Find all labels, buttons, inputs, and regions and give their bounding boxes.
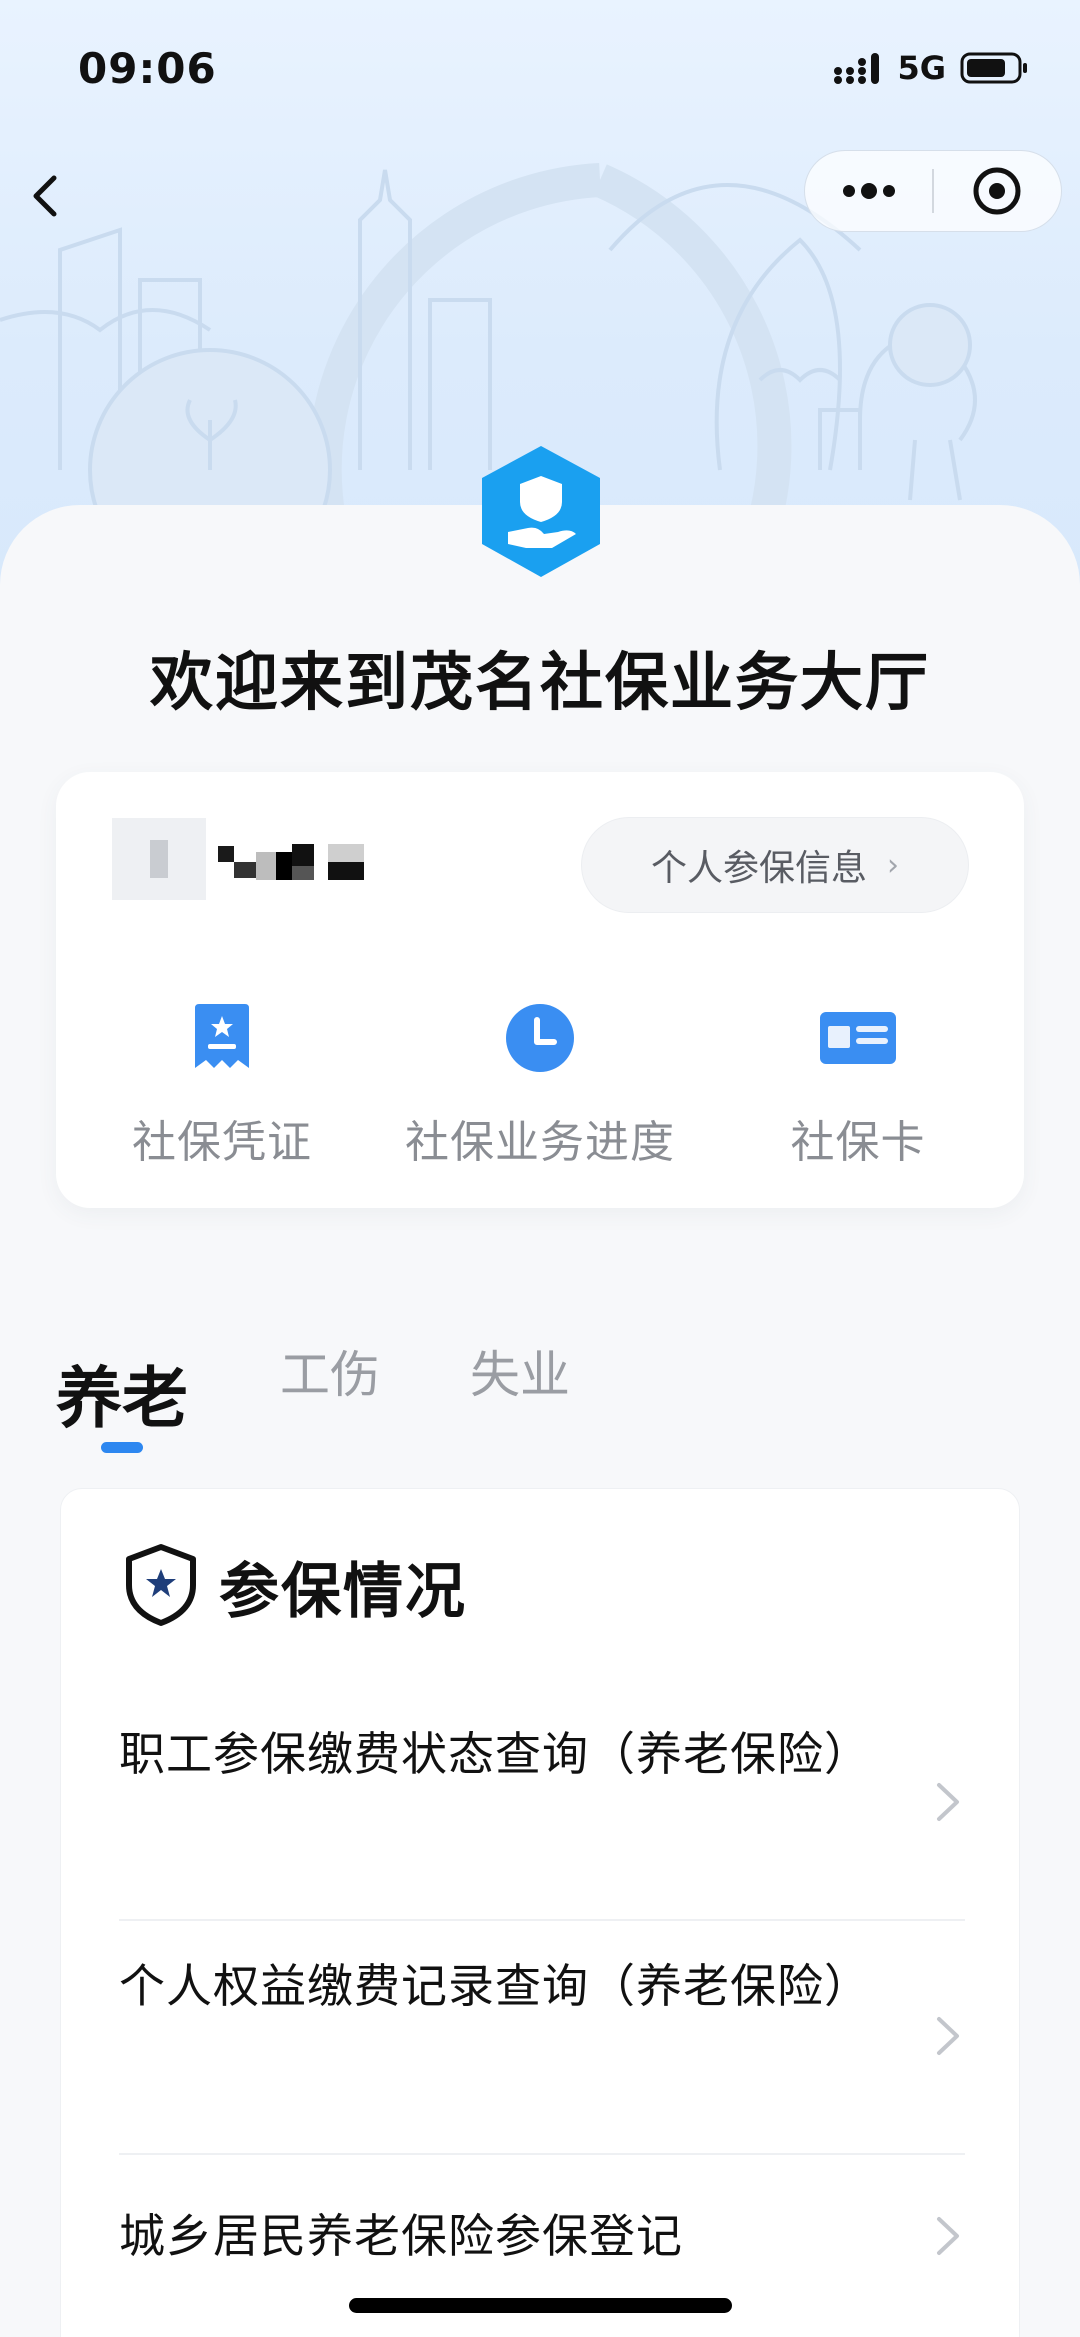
quick-action-progress[interactable]: 社保业务进度 bbox=[390, 1002, 690, 1182]
tab-pension[interactable]: 养老 bbox=[56, 1345, 188, 1441]
chevron-right-icon bbox=[937, 1783, 959, 1821]
mini-program-screen: 09:06 5G 欢迎来到茂名社保业务大厅 个人参保信息 › 社保凭证 社保业务… bbox=[0, 0, 1080, 2337]
avatar bbox=[112, 818, 206, 900]
more-dots-icon bbox=[842, 183, 895, 199]
battery-icon bbox=[960, 52, 1027, 84]
chevron-right-icon bbox=[937, 2017, 959, 2055]
quick-action-card[interactable]: 社保卡 bbox=[708, 1002, 1008, 1182]
quick-action-label: 社保业务进度 bbox=[405, 1117, 675, 1168]
active-tab-indicator bbox=[101, 1442, 143, 1453]
home-indicator bbox=[349, 2298, 732, 2313]
list-item[interactable]: 职工参保缴费状态查询（养老保险） bbox=[119, 1719, 965, 1921]
signal-icon bbox=[834, 53, 880, 84]
certificate-ribbon-icon bbox=[195, 1004, 249, 1068]
quick-action-label: 社保凭证 bbox=[132, 1117, 312, 1168]
quick-action-certificate[interactable]: 社保凭证 bbox=[72, 1002, 372, 1182]
network-label: 5G bbox=[897, 49, 946, 87]
user-card: 个人参保信息 › 社保凭证 社保业务进度 社保卡 bbox=[56, 772, 1024, 1208]
more-button[interactable] bbox=[805, 150, 932, 232]
social-security-logo-icon bbox=[482, 446, 600, 577]
chevron-right-icon: › bbox=[887, 847, 899, 883]
id-card-icon bbox=[820, 1012, 896, 1064]
personal-insurance-info-button[interactable]: 个人参保信息 › bbox=[581, 817, 969, 913]
status-time: 09:06 bbox=[78, 44, 217, 93]
list-item-label: 个人权益缴费记录查询（养老保险） bbox=[119, 1959, 871, 2013]
section-title: 参保情况 bbox=[219, 1557, 467, 1627]
target-circle-icon bbox=[973, 167, 1021, 215]
tab-work-injury[interactable]: 工伤 bbox=[280, 1335, 380, 1407]
list-item-label: 城乡居民养老保险参保登记 bbox=[119, 2209, 683, 2263]
list-item-label: 职工参保缴费状态查询（养老保险） bbox=[119, 1727, 871, 1781]
clock-icon bbox=[506, 1004, 574, 1072]
info-button-label: 个人参保信息 bbox=[650, 848, 867, 889]
enrollment-section: 参保情况 职工参保缴费状态查询（养老保险） 个人权益缴费记录查询（养老保险） 城… bbox=[60, 1488, 1020, 2337]
mini-program-capsule bbox=[804, 150, 1062, 232]
back-button[interactable] bbox=[18, 168, 74, 224]
status-indicators: 5G bbox=[833, 48, 1030, 88]
page-title: 欢迎来到茂名社保业务大厅 bbox=[150, 646, 930, 719]
user-name-redacted bbox=[218, 844, 388, 886]
chevron-right-icon bbox=[937, 2217, 959, 2255]
shield-star-icon bbox=[126, 1544, 196, 1626]
tab-unemployment[interactable]: 失业 bbox=[470, 1335, 570, 1407]
status-bar: 09:06 5G bbox=[0, 0, 1080, 135]
list-item[interactable]: 个人权益缴费记录查询（养老保险） bbox=[119, 1921, 965, 2155]
quick-action-label: 社保卡 bbox=[790, 1117, 926, 1168]
close-button[interactable] bbox=[934, 150, 1061, 232]
